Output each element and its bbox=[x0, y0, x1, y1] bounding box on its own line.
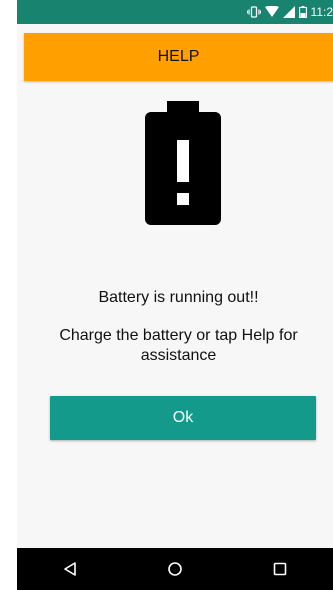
battery-alert-icon bbox=[145, 101, 221, 225]
ok-button[interactable]: Ok bbox=[50, 396, 316, 440]
wifi-icon bbox=[264, 6, 279, 18]
screen-edge bbox=[0, 0, 17, 590]
battery-warning-body-line: assistance bbox=[140, 347, 217, 364]
navigation-bar bbox=[17, 548, 333, 590]
signal-icon bbox=[282, 6, 295, 18]
battery-warning-title: Battery is running out!! bbox=[98, 289, 259, 306]
status-bar: 11:2 bbox=[17, 0, 333, 24]
status-icons bbox=[246, 6, 307, 18]
phone-screen: 11:2 HELP Battery is running out!! Charg… bbox=[0, 0, 333, 590]
back-icon[interactable] bbox=[50, 549, 90, 589]
recents-icon[interactable] bbox=[260, 549, 300, 589]
vibrate-icon bbox=[246, 6, 261, 18]
battery-warning-body: Charge the battery or tap Help for assist… bbox=[24, 326, 333, 366]
status-time: 11:2 bbox=[310, 5, 333, 19]
battery-warning-body-line: Charge the battery or tap Help for bbox=[59, 327, 298, 344]
battery-status-icon bbox=[298, 6, 307, 18]
home-icon[interactable] bbox=[155, 549, 195, 589]
help-button[interactable]: HELP bbox=[24, 33, 333, 81]
